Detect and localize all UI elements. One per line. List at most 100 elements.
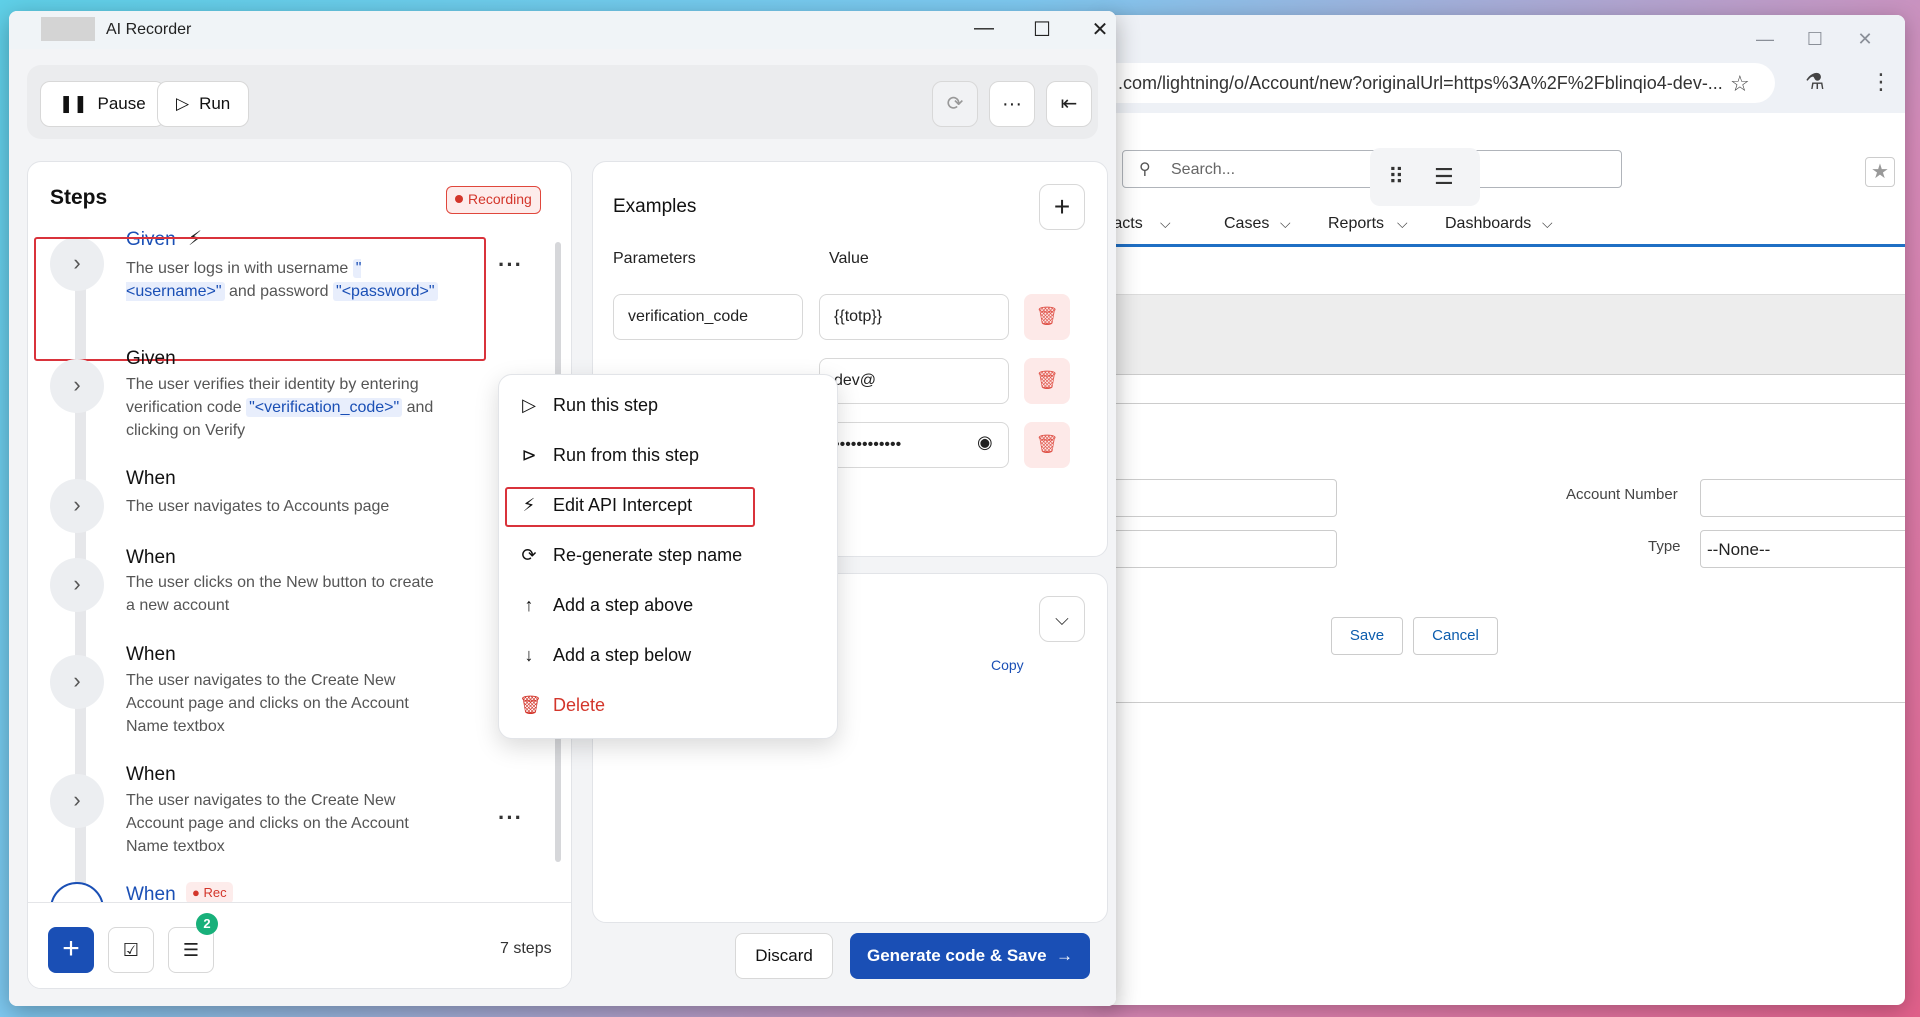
step-keyword: When	[126, 468, 176, 489]
menu-item-run-from-this-step[interactable]: ⊳ Run from this step	[519, 445, 699, 466]
address-bar-row: .com/lightning/o/Account/new?originalUrl…	[1100, 63, 1905, 113]
salesforce-nav-bar: ntacts ⌵ Cases ⌵ Reports ⌵ Dashboards ⌵	[1100, 203, 1905, 247]
notification-count-badge: 2	[196, 913, 218, 935]
browser-maximize-icon[interactable]: ☐	[1800, 29, 1830, 50]
labs-flask-icon[interactable]: ⚗	[1805, 69, 1825, 95]
step-context-menu: ▷ Run this step ⊳ Run from this step ⚡ E…	[498, 374, 838, 739]
refresh-icon: ⟳	[521, 545, 537, 565]
browser-menu-icon[interactable]: ⋮	[1870, 69, 1892, 95]
expand-panel-button[interactable]: ⌵	[1039, 596, 1085, 642]
selected-step-highlight	[34, 237, 486, 361]
steps-footer: + ☑ ☰ 2 7 steps	[28, 902, 571, 988]
delete-row-button[interactable]: 🗑	[1024, 358, 1070, 404]
type-select[interactable]: --None--	[1700, 530, 1905, 568]
steps-title: Steps	[50, 186, 108, 209]
chevron-down-icon[interactable]: ⌵	[1280, 215, 1291, 232]
menu-item-label: Add a step below	[553, 645, 692, 665]
chevron-down-icon[interactable]: ⌵	[1397, 215, 1408, 232]
more-options-button[interactable]: ···	[989, 81, 1035, 127]
arrow-right-icon: →	[1051, 946, 1073, 965]
form-save-button[interactable]: Save	[1331, 617, 1403, 655]
play-icon: ▷	[176, 94, 190, 113]
browser-minimize-icon[interactable]: —	[1750, 29, 1780, 50]
refresh-button[interactable]: ⟳	[932, 81, 978, 127]
bookmark-star-icon[interactable]: ☆	[1730, 71, 1750, 97]
nav-item-dashboards[interactable]: Dashboards	[1445, 215, 1531, 233]
trash-icon: 🗑	[1035, 306, 1059, 326]
browser-close-icon[interactable]: ✕	[1850, 29, 1880, 50]
parameters-header: Parameters	[613, 250, 696, 267]
step-description: The user verifies their identity by ente…	[126, 373, 446, 442]
menu-item-label: Run from this step	[553, 445, 700, 465]
browser-window: — ☐ ✕ .com/lightning/o/Account/new?origi…	[1100, 15, 1905, 1005]
copy-link[interactable]: Copy	[991, 657, 1024, 673]
menu-item-run-this-step[interactable]: ▷ Run this step	[519, 395, 658, 416]
examples-title: Examples	[613, 196, 697, 217]
pause-button[interactable]: ❚❚ Pause	[40, 81, 165, 127]
trash-icon: 🗑	[1035, 370, 1059, 390]
expand-step-chevron-icon[interactable]: ›	[50, 655, 104, 709]
chevron-down-icon[interactable]: ⌵	[1542, 215, 1553, 232]
arrow-down-icon: ↓	[524, 645, 534, 665]
value-field[interactable]: dev@	[819, 358, 1009, 404]
step-description: The user navigates to the Create New Acc…	[126, 672, 409, 735]
expand-step-chevron-icon[interactable]: ›	[50, 774, 104, 828]
pointer-select-icon[interactable]: ☰	[1434, 164, 1454, 190]
step-more-button[interactable]: ···	[498, 805, 523, 831]
numbered-list-icon: ☰	[182, 940, 200, 960]
run-label: Run	[199, 94, 231, 113]
window-title: AI Recorder	[106, 21, 192, 38]
value-field[interactable]: {{totp}}	[819, 294, 1009, 340]
expand-step-chevron-icon[interactable]: ›	[50, 359, 104, 413]
favorites-star-icon[interactable]: ★	[1865, 157, 1895, 187]
trash-icon: 🗑	[519, 695, 542, 715]
step-more-button[interactable]: ···	[498, 252, 523, 278]
step-description: The user navigates to Accounts page	[126, 498, 390, 515]
nav-item-reports[interactable]: Reports	[1328, 215, 1384, 233]
step-keyword: When	[126, 644, 176, 665]
recorder-titlebar: AI Recorder — ☐ ✕	[9, 11, 1116, 49]
add-step-button[interactable]: +	[48, 927, 94, 973]
page-header-band	[1100, 295, 1905, 375]
menu-item-add-step-above[interactable]: ↑ Add a step above	[519, 595, 694, 616]
chevron-down-icon[interactable]: ⌵	[1160, 215, 1171, 232]
param-tag-verification-code: "<verification_code>"	[246, 398, 403, 417]
menu-item-delete[interactable]: 🗑 Delete	[519, 695, 605, 716]
parameter-field[interactable]: verification_code	[613, 294, 803, 340]
drag-handle-icon[interactable]: ⠿	[1388, 164, 1404, 190]
page-header-strip	[1100, 262, 1905, 295]
minimize-icon[interactable]: —	[969, 17, 999, 40]
step-keyword: Given	[126, 348, 176, 369]
delete-row-button[interactable]: 🗑	[1024, 294, 1070, 340]
generate-code-save-button[interactable]: Generate code & Save →	[850, 933, 1090, 979]
parent-account-input[interactable]	[1100, 530, 1337, 568]
checklist-button[interactable]: ☑	[108, 927, 154, 973]
account-number-input[interactable]	[1700, 479, 1905, 517]
account-name-input[interactable]	[1100, 479, 1337, 517]
add-example-button[interactable]: +	[1039, 184, 1085, 230]
form-cancel-button[interactable]: Cancel	[1413, 617, 1498, 655]
close-icon[interactable]: ✕	[1085, 17, 1115, 42]
recorder-toolbar: ❚❚ Pause ▷ Run ⟳ ··· ⇤	[27, 65, 1098, 139]
steps-count: 7 steps	[500, 940, 552, 957]
maximize-icon[interactable]: ☐	[1027, 17, 1057, 42]
discard-button[interactable]: Discard	[735, 933, 833, 979]
search-placeholder: Search...	[1171, 161, 1236, 178]
browser-titlebar: — ☐ ✕	[1100, 15, 1905, 63]
collapse-panel-button[interactable]: ⇤	[1046, 81, 1092, 127]
expand-step-chevron-icon[interactable]: ›	[50, 558, 104, 612]
nav-item-cases[interactable]: Cases	[1224, 215, 1269, 233]
pause-icon: ❚❚	[59, 94, 88, 113]
app-logo	[41, 17, 95, 41]
delete-row-button[interactable]: 🗑	[1024, 422, 1070, 468]
menu-item-regenerate-step-name[interactable]: ⟳ Re-generate step name	[519, 545, 742, 566]
account-number-label: Account Number	[1566, 486, 1678, 503]
url-text: .com/lightning/o/Account/new?originalUrl…	[1118, 73, 1723, 93]
run-button[interactable]: ▷ Run	[157, 81, 250, 127]
recording-badge-label: Recording	[468, 191, 532, 207]
eye-icon[interactable]: ◉	[977, 432, 993, 453]
rec-badge-label: Rec	[203, 885, 227, 900]
expand-step-chevron-icon[interactable]: ›	[50, 479, 104, 533]
address-bar[interactable]: .com/lightning/o/Account/new?originalUrl…	[1100, 63, 1775, 103]
menu-item-add-step-below[interactable]: ↓ Add a step below	[519, 645, 692, 666]
